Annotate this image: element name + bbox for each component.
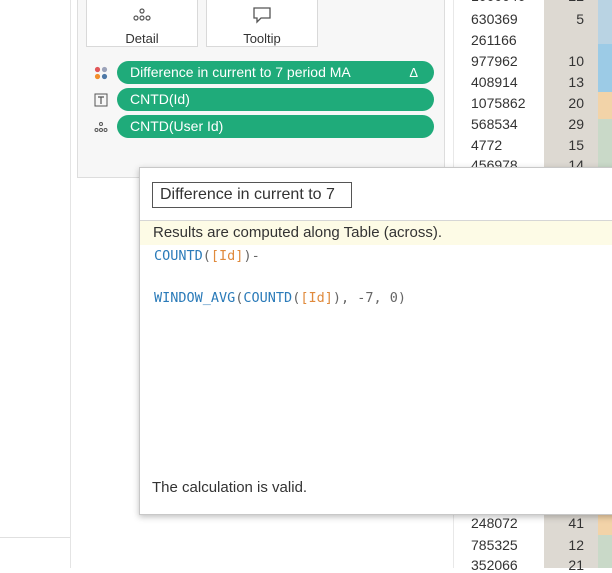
id-cell: 630369 bbox=[471, 11, 518, 27]
formula-field: [Id] bbox=[210, 248, 244, 264]
id-cell: 785325 bbox=[471, 537, 518, 553]
formula-blank-line bbox=[154, 267, 608, 288]
left-panel-divider bbox=[0, 537, 70, 538]
pill-label: CNTD(User Id) bbox=[130, 118, 224, 134]
color-dots-icon bbox=[94, 66, 108, 80]
detail-icon bbox=[87, 6, 197, 24]
pill-cntd-id[interactable]: CNTD(Id) bbox=[117, 88, 434, 111]
count-cell: 13 bbox=[568, 74, 584, 90]
detail-label: Detail bbox=[125, 31, 159, 46]
heat-cell bbox=[598, 0, 612, 44]
id-cell: 352066 bbox=[471, 557, 518, 573]
left-panel bbox=[0, 0, 71, 568]
calculation-editor: Results are computed along Table (across… bbox=[139, 167, 612, 515]
formula-function: WINDOW_AVG bbox=[154, 290, 236, 306]
id-cell: 568534 bbox=[471, 116, 518, 132]
count-cell: 41 bbox=[568, 515, 584, 531]
formula-punct: )- bbox=[243, 248, 260, 264]
count-cell: 21 bbox=[568, 557, 584, 573]
pill-difference-ma[interactable]: Difference in current to 7 period MA Δ bbox=[117, 61, 434, 84]
count-cell: 22 bbox=[544, 0, 584, 4]
validation-status: The calculation is valid. bbox=[152, 479, 308, 496]
pill-row-difference[interactable]: Difference in current to 7 period MA Δ bbox=[94, 61, 434, 85]
formula-editor[interactable]: COUNTD([Id])- WINDOW_AVG(COUNTD([Id]), -… bbox=[154, 246, 608, 446]
formula-function: COUNTD bbox=[243, 290, 293, 306]
compute-info-bar: Results are computed along Table (across… bbox=[140, 221, 612, 245]
count-cell: 10 bbox=[568, 53, 584, 69]
text-icon bbox=[94, 93, 108, 107]
formula-field: [Id] bbox=[300, 290, 333, 306]
id-cell: 977962 bbox=[471, 53, 518, 69]
formula-line: COUNTD([Id])- bbox=[154, 246, 608, 267]
id-cell: 1075862 bbox=[471, 95, 526, 111]
formula-punct: ( bbox=[202, 248, 211, 264]
id-cell: 4772 bbox=[471, 137, 503, 153]
count-cell: 15 bbox=[568, 137, 584, 153]
id-cell: 248072 bbox=[471, 515, 518, 531]
formula-line: WINDOW_AVG(COUNTD([Id]), -7, 0) bbox=[154, 288, 608, 309]
delta-icon: Δ bbox=[409, 65, 418, 80]
tooltip-label: Tooltip bbox=[243, 31, 281, 46]
heat-cell bbox=[598, 92, 612, 119]
id-cell: 261166 bbox=[471, 32, 517, 48]
heat-cell bbox=[598, 119, 612, 169]
pill-row-cntd-user-id[interactable]: CNTD(User Id) bbox=[94, 115, 434, 139]
count-cell: 5 bbox=[576, 11, 584, 27]
detail-button[interactable]: Detail bbox=[86, 0, 198, 47]
heat-cell bbox=[598, 44, 612, 92]
marks-card: Detail Tooltip Difference in current to … bbox=[77, 0, 445, 178]
heat-cell bbox=[598, 535, 612, 568]
detail-dots-icon bbox=[94, 120, 108, 134]
pill-row-cntd-id[interactable]: CNTD(Id) bbox=[94, 88, 434, 112]
count-cell: 29 bbox=[568, 116, 584, 132]
pill-label: Difference in current to 7 period MA bbox=[130, 64, 351, 80]
pill-cntd-user-id[interactable]: CNTD(User Id) bbox=[117, 115, 434, 138]
calculation-name-input[interactable] bbox=[152, 182, 352, 208]
formula-punct: ), -7, 0) bbox=[332, 290, 407, 306]
pill-label: CNTD(Id) bbox=[130, 91, 190, 107]
tooltip-button[interactable]: Tooltip bbox=[206, 0, 318, 47]
id-cell: 1000040 bbox=[471, 0, 526, 4]
tooltip-icon bbox=[207, 6, 317, 24]
heat-cell bbox=[598, 514, 612, 535]
count-cell: 12 bbox=[568, 537, 584, 553]
formula-function: COUNTD bbox=[154, 248, 203, 264]
count-cell: 20 bbox=[568, 95, 584, 111]
id-cell: 408914 bbox=[471, 74, 518, 90]
